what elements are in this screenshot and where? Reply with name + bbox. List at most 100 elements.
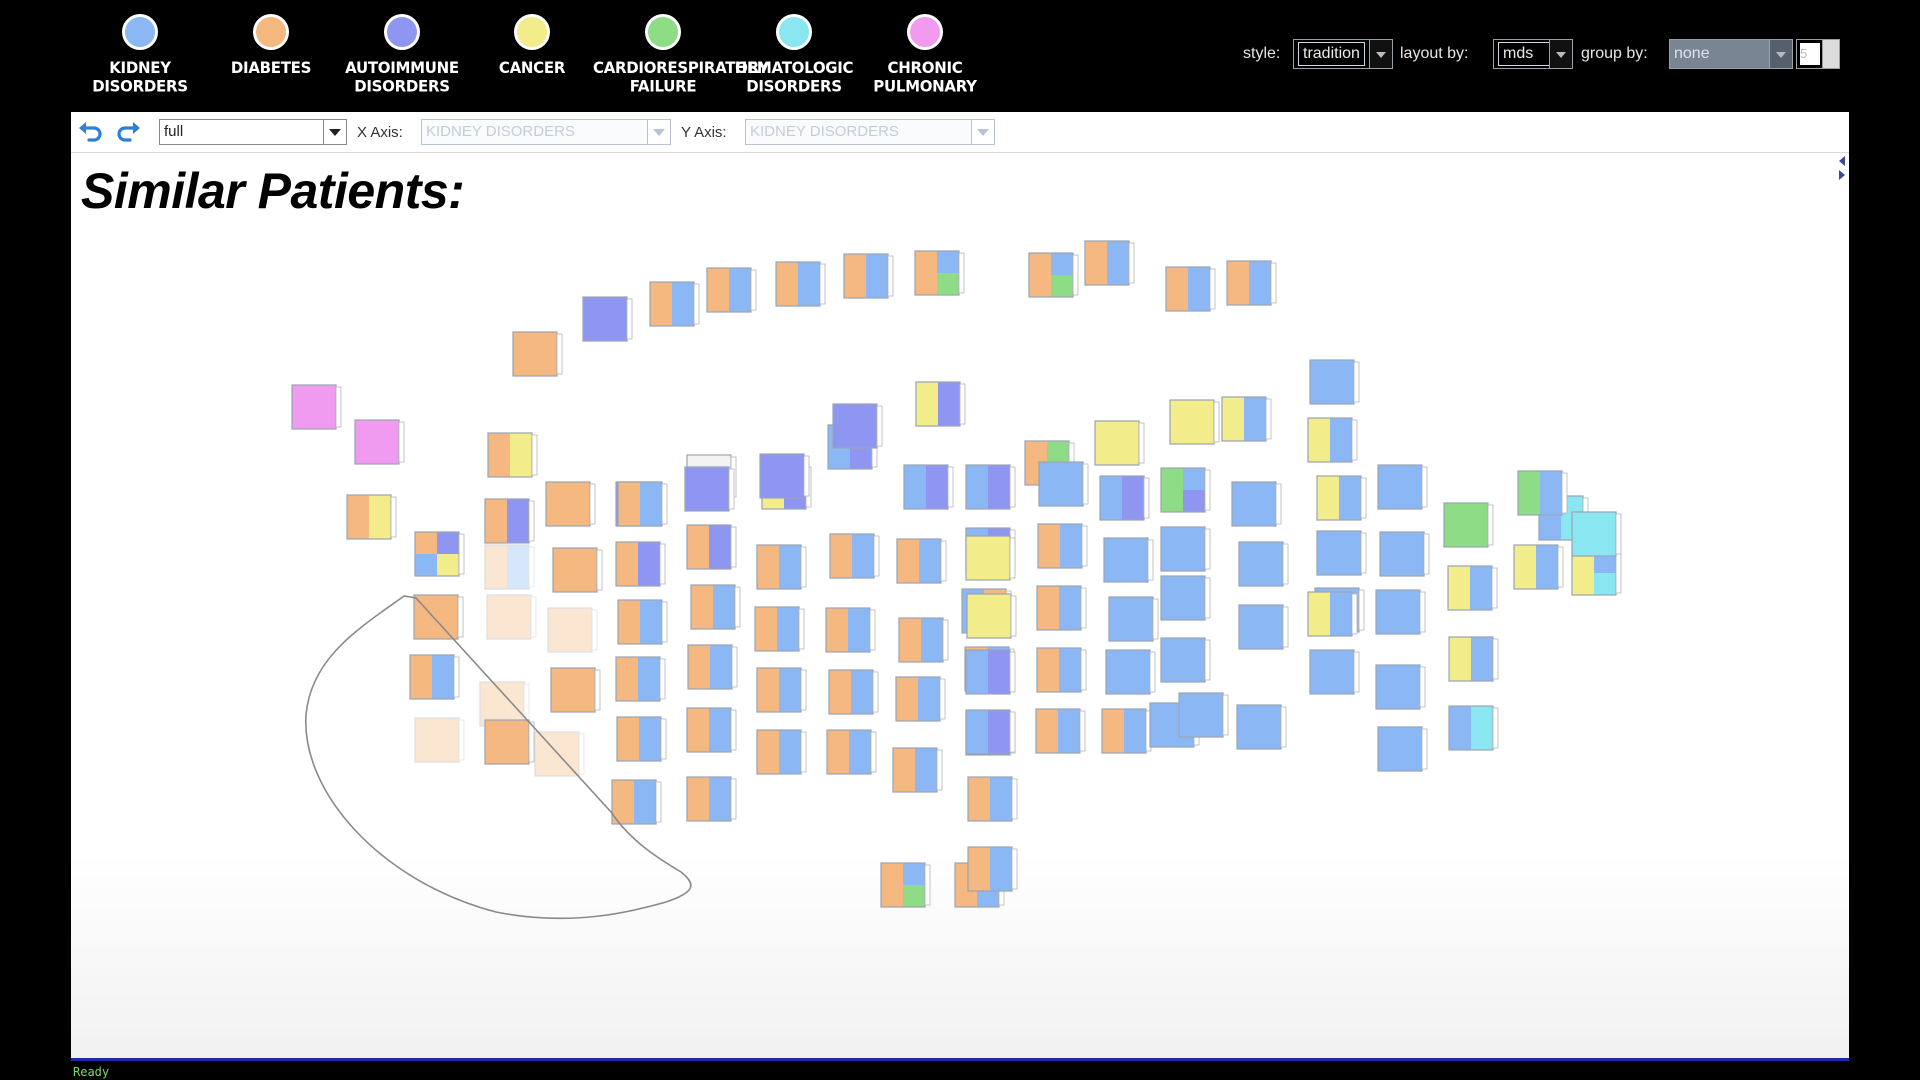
legend-color-dot-icon[interactable]: [645, 14, 681, 50]
patient-glyph[interactable]: [828, 669, 879, 715]
patient-glyph[interactable]: [759, 453, 810, 499]
patient-glyph[interactable]: [1316, 530, 1367, 576]
patient-glyph[interactable]: [1101, 708, 1152, 754]
patient-glyph[interactable]: [414, 531, 465, 577]
chevron-down-icon[interactable]: [1369, 40, 1392, 68]
patient-glyph[interactable]: [484, 498, 535, 544]
patient-glyph[interactable]: [756, 544, 807, 590]
legend-item[interactable]: CANCER: [462, 14, 602, 77]
patient-glyph[interactable]: [754, 606, 805, 652]
patient-glyph[interactable]: [965, 649, 1016, 695]
patient-glyph[interactable]: [649, 281, 700, 327]
legend-color-dot-icon[interactable]: [514, 14, 550, 50]
legend-item[interactable]: KIDNEY DISORDERS: [70, 14, 210, 96]
legend-item[interactable]: DIABETES: [201, 14, 341, 77]
patient-glyph[interactable]: [896, 538, 947, 584]
view-dropdown[interactable]: full: [159, 119, 347, 145]
patient-glyph[interactable]: [843, 253, 894, 299]
patient-glyph[interactable]: [1160, 575, 1211, 621]
patient-glyph[interactable]: [487, 432, 538, 478]
patient-glyph[interactable]: [1036, 585, 1087, 631]
layout-dropdown[interactable]: mds: [1493, 39, 1573, 69]
chevron-down-icon[interactable]: [323, 120, 346, 144]
patient-glyph[interactable]: [825, 607, 876, 653]
y-axis-dropdown[interactable]: KIDNEY DISORDERS: [745, 119, 995, 145]
patient-glyph[interactable]: [611, 779, 662, 825]
patient-glyph[interactable]: [346, 494, 397, 540]
legend-color-dot-icon[interactable]: [384, 14, 420, 50]
patient-glyph[interactable]: [616, 716, 667, 762]
legend-color-dot-icon[interactable]: [253, 14, 289, 50]
patient-glyph[interactable]: [965, 464, 1016, 510]
patient-glyph[interactable]: [1513, 544, 1564, 590]
patient-glyph[interactable]: [1169, 399, 1220, 445]
style-dropdown[interactable]: tradition: [1293, 39, 1393, 69]
patient-glyph[interactable]: [1375, 589, 1426, 635]
patient-glyph[interactable]: [1084, 240, 1135, 286]
patient-glyph[interactable]: [1307, 591, 1358, 637]
patient-glyph[interactable]: [1160, 467, 1211, 513]
patient-glyph[interactable]: [1377, 464, 1428, 510]
patient-glyph[interactable]: [354, 419, 405, 465]
patient-glyph[interactable]: [1238, 604, 1289, 650]
patient-glyph[interactable]: [1377, 726, 1428, 772]
patient-glyph[interactable]: [547, 607, 598, 653]
patient-glyph[interactable]: [1379, 531, 1430, 577]
undo-icon[interactable]: [77, 118, 105, 146]
similar-patients-plot[interactable]: [71, 112, 1849, 1062]
patient-glyph[interactable]: [1094, 420, 1145, 466]
patient-glyph[interactable]: [690, 584, 741, 630]
patient-glyph[interactable]: [826, 729, 877, 775]
legend-color-dot-icon[interactable]: [907, 14, 943, 50]
patient-glyph[interactable]: [617, 599, 668, 645]
patient-glyph[interactable]: [1236, 704, 1287, 750]
patient-glyph[interactable]: [1375, 664, 1426, 710]
patient-glyph[interactable]: [687, 644, 738, 690]
patient-glyph[interactable]: [1105, 649, 1156, 695]
patient-glyph[interactable]: [1443, 502, 1494, 548]
patient-glyph[interactable]: [1038, 461, 1089, 507]
patient-glyph[interactable]: [1160, 637, 1211, 683]
patient-glyph[interactable]: [898, 617, 949, 663]
legend-color-dot-icon[interactable]: [776, 14, 812, 50]
patient-glyph[interactable]: [552, 547, 603, 593]
group-count-value[interactable]: 5: [1800, 43, 1820, 65]
legend-item[interactable]: AUTOIMMUNE DISORDERS: [332, 14, 472, 96]
patient-glyph[interactable]: [1035, 708, 1086, 754]
patient-glyph[interactable]: [1571, 511, 1622, 557]
patient-glyph[interactable]: [1309, 649, 1360, 695]
patient-glyph[interactable]: [1238, 541, 1289, 587]
patient-glyph[interactable]: [915, 381, 966, 427]
patient-glyph[interactable]: [545, 481, 596, 527]
patient-glyph[interactable]: [512, 331, 563, 377]
legend-item[interactable]: CHRONIC PULMONARY: [855, 14, 995, 96]
legend-color-dot-icon[interactable]: [122, 14, 158, 50]
patient-glyph[interactable]: [686, 776, 737, 822]
patient-glyph[interactable]: [534, 731, 585, 777]
patient-glyph[interactable]: [756, 667, 807, 713]
x-axis-dropdown[interactable]: KIDNEY DISORDERS: [421, 119, 671, 145]
redo-icon[interactable]: [114, 118, 142, 146]
stepper-up-icon[interactable]: [1822, 40, 1839, 54]
legend-item[interactable]: HEMATOLOGIC DISORDERS: [724, 14, 864, 96]
patient-glyph[interactable]: [617, 481, 668, 527]
patient-glyph[interactable]: [1447, 565, 1498, 611]
chevron-down-icon[interactable]: [971, 120, 994, 144]
patient-glyph[interactable]: [1448, 636, 1499, 682]
patient-glyph[interactable]: [1036, 647, 1087, 693]
patient-glyph[interactable]: [832, 403, 883, 449]
patient-glyph[interactable]: [409, 654, 460, 700]
patient-glyph[interactable]: [1226, 260, 1277, 306]
patient-glyph[interactable]: [756, 729, 807, 775]
patient-glyph[interactable]: [1221, 396, 1272, 442]
patient-glyph[interactable]: [966, 593, 1017, 639]
patient-glyph[interactable]: [291, 384, 342, 430]
patient-glyph[interactable]: [1160, 526, 1211, 572]
patient-glyph[interactable]: [967, 776, 1018, 822]
chevron-down-icon[interactable]: [647, 120, 670, 144]
patient-glyph[interactable]: [892, 747, 943, 793]
patient-glyph[interactable]: [615, 541, 666, 587]
patient-glyph[interactable]: [895, 676, 946, 722]
patient-glyph[interactable]: [615, 656, 666, 702]
patient-glyph[interactable]: [903, 464, 954, 510]
